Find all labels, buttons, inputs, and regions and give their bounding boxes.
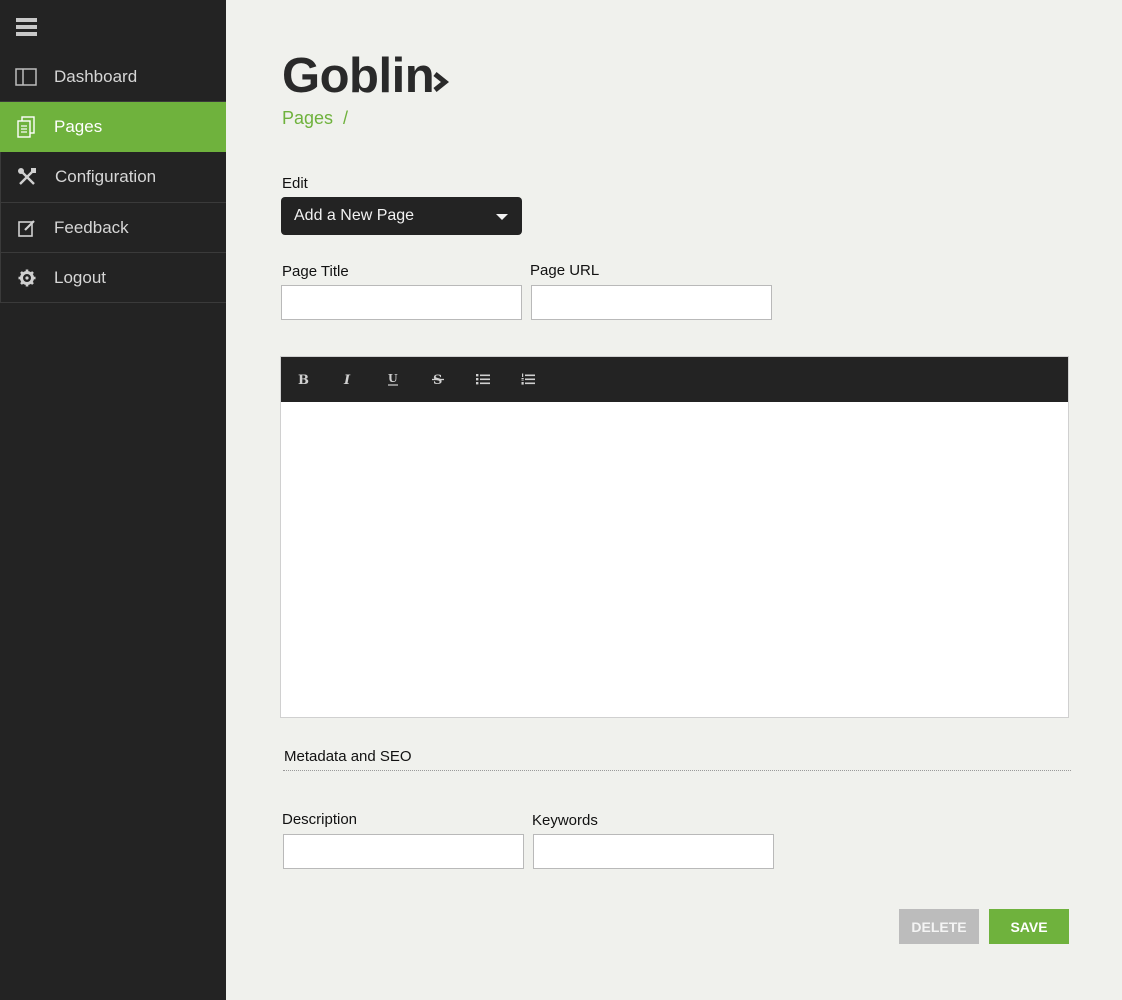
sidebar-item-label: Dashboard [54, 66, 138, 86]
sidebar-item-configuration[interactable]: Configuration [0, 152, 226, 203]
tools-icon [16, 166, 38, 188]
keywords-label: Keywords [532, 812, 598, 829]
sidebar-item-logout[interactable]: Logout [0, 253, 226, 303]
page-title: Goblin [282, 49, 435, 103]
numbered-list-icon[interactable] [516, 368, 540, 390]
caret-down-icon [496, 214, 508, 220]
delete-button[interactable]: DELETE [899, 909, 979, 944]
metadata-section-title: Metadata and SEO [284, 748, 412, 765]
edit-icon [16, 217, 38, 239]
hamburger-icon[interactable] [16, 18, 37, 36]
editor-content-area[interactable] [281, 402, 1068, 717]
editor-toolbar: B I U S [281, 357, 1068, 402]
sidebar-item-dashboard[interactable]: Dashboard [0, 52, 226, 102]
edit-label: Edit [282, 175, 308, 192]
strikethrough-icon[interactable]: S [426, 368, 450, 390]
section-divider [283, 770, 1071, 771]
svg-text:B: B [298, 373, 309, 386]
sidebar-item-pages[interactable]: Pages [0, 102, 226, 152]
keywords-input[interactable] [533, 834, 774, 869]
sidebar-item-label: Logout [54, 267, 106, 287]
main-content: Goblin Pages / Edit Add a New Page Page … [226, 0, 1122, 1000]
edit-page-select[interactable]: Add a New Page [281, 197, 522, 235]
svg-text:I: I [343, 373, 351, 386]
bullet-list-icon[interactable] [471, 368, 495, 390]
underline-icon[interactable]: U [381, 368, 405, 390]
sidebar-item-label: Configuration [55, 167, 157, 186]
page-url-input[interactable] [531, 285, 772, 320]
save-button[interactable]: SAVE [989, 909, 1069, 944]
description-input[interactable] [283, 834, 524, 869]
sidebar-item-label: Pages [54, 116, 103, 136]
bold-icon[interactable]: B [291, 368, 315, 390]
description-label: Description [282, 811, 358, 828]
edit-select-value: Add a New Page [294, 207, 415, 224]
breadcrumb[interactable]: Pages / [282, 108, 348, 129]
sidebar-item-feedback[interactable]: Feedback [0, 203, 226, 253]
chevron-right-icon [433, 72, 450, 92]
page-title-label: Page Title [282, 263, 349, 280]
page-url-label: Page URL [530, 262, 600, 279]
page-title-input[interactable] [281, 285, 522, 320]
dashboard-icon [15, 66, 37, 88]
gear-icon [16, 267, 38, 289]
italic-icon[interactable]: I [336, 368, 360, 390]
sidebar: Dashboard Pages Configuration Feedback L… [0, 0, 226, 1000]
rich-text-editor: B I U S [280, 356, 1069, 718]
svg-text:U: U [388, 372, 398, 385]
pages-icon [15, 115, 37, 138]
sidebar-item-label: Feedback [54, 217, 129, 237]
